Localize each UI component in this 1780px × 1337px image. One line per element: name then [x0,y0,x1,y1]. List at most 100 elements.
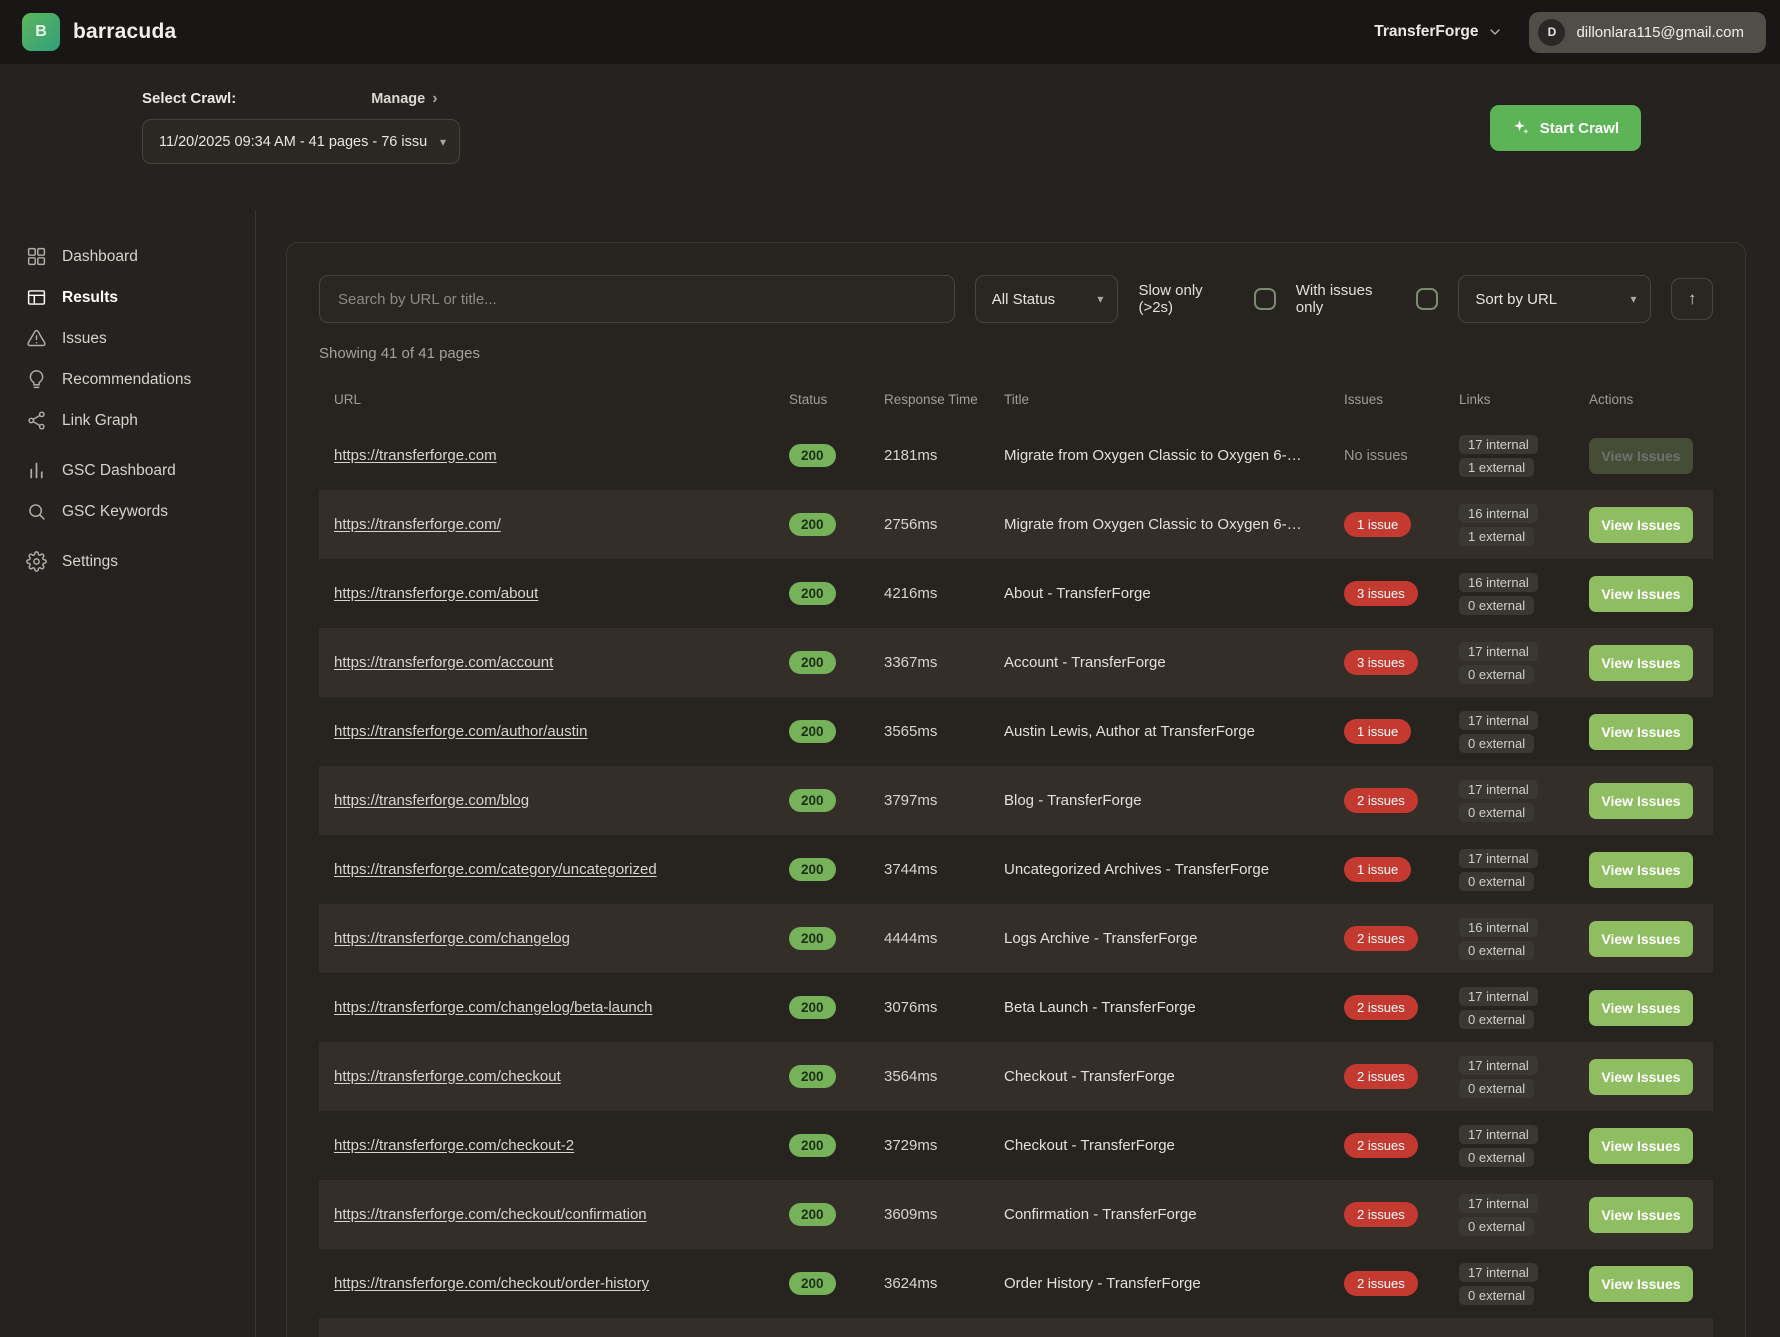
page-url-link[interactable]: https://transferforge.com/category/uncat… [334,861,657,878]
results-summary: Showing 41 of 41 pages [319,345,1713,362]
sidebar-item-recommendations[interactable]: Recommendations [0,359,255,400]
sidebar-item-link-graph[interactable]: Link Graph [0,400,255,441]
search-input[interactable] [319,275,955,323]
page-url-link[interactable]: https://transferforge.com/account [334,654,553,671]
view-issues-button[interactable]: View Issues [1589,990,1693,1026]
issues-cell: 2 issues [1329,788,1444,813]
internal-links-tag: 17 internal [1459,1056,1538,1075]
column-header-response-time: Response Time [869,392,989,407]
with-issues-label: With issues only [1296,282,1403,316]
view-issues-button[interactable]: View Issues [1589,438,1693,474]
view-issues-button[interactable]: View Issues [1589,1059,1693,1095]
internal-links-tag: 17 internal [1459,987,1538,1006]
column-header-issues: Issues [1329,392,1444,407]
response-time: 2756ms [869,516,989,533]
status-badge: 200 [789,1203,836,1226]
table-row: https://transferforge.com/blog 200 3797m… [319,766,1713,835]
page-title: Blog - TransferForge [989,792,1329,809]
view-issues-button[interactable]: View Issues [1589,645,1693,681]
page-url-link[interactable]: https://transferforge.com/checkout [334,1068,561,1085]
manage-crawls-link[interactable]: Manage › [371,91,437,107]
view-issues-button[interactable]: View Issues [1589,1266,1693,1302]
external-links-tag: 0 external [1459,1010,1534,1029]
page-url-link[interactable]: https://transferforge.com/checkout/order… [334,1275,649,1292]
layout: Dashboard Results Issues Recommendations… [0,210,1780,1337]
actions-cell: View Issues [1574,990,1713,1026]
page-url-link[interactable]: https://transferforge.com/author/austin [334,723,587,740]
external-links-tag: 1 external [1459,458,1534,477]
external-links-tag: 0 external [1459,1148,1534,1167]
slow-only-checkbox[interactable] [1254,288,1276,310]
view-issues-button[interactable]: View Issues [1589,852,1693,888]
sidebar-item-gsc-dashboard[interactable]: GSC Dashboard [0,450,255,491]
page-url-link[interactable]: https://transferforge.com/checkout/confi… [334,1206,647,1223]
response-time: 3744ms [869,861,989,878]
internal-links-tag: 17 internal [1459,642,1538,661]
page-url-link[interactable]: https://transferforge.com/checkout-2 [334,1137,574,1154]
user-menu[interactable]: D dillonlara115@gmail.com [1529,12,1766,53]
status-cell: 200 [774,996,869,1019]
page-url-link[interactable]: https://transferforge.com/blog [334,792,529,809]
sort-select[interactable]: Sort by URL ▾ [1458,275,1651,323]
url-cell: https://transferforge.com [319,447,774,465]
crawl-select[interactable]: 11/20/2025 09:34 AM - 41 pages - 76 issu… [142,119,460,164]
issues-cell: 2 issues [1329,1271,1444,1296]
status-cell: 200 [774,513,869,536]
grid-icon [26,246,47,267]
sidebar-item-gsc-keywords[interactable]: GSC Keywords [0,491,255,532]
status-cell: 200 [774,720,869,743]
status-filter-select[interactable]: All Status ▾ [975,275,1119,323]
start-crawl-button[interactable]: Start Crawl [1490,105,1641,151]
sidebar-item-results[interactable]: Results [0,277,255,318]
table-row: https://transferforge.com/account 200 33… [319,628,1713,697]
project-switcher[interactable]: TransferForge [1374,23,1503,41]
external-links-tag: 0 external [1459,1079,1534,1098]
view-issues-button[interactable]: View Issues [1589,783,1693,819]
external-links-tag: 0 external [1459,1217,1534,1236]
sidebar-item-label: Recommendations [62,371,191,389]
actions-cell: View Issues [1574,921,1713,957]
view-issues-button[interactable]: View Issues [1589,576,1693,612]
sidebar-item-issues[interactable]: Issues [0,318,255,359]
bar-chart-icon [26,460,47,481]
status-badge: 200 [789,720,836,743]
page-url-link[interactable]: https://transferforge.com/about [334,585,538,602]
page-title: About - TransferForge [989,585,1329,602]
external-links-tag: 0 external [1459,665,1534,684]
url-cell: https://transferforge.com/ [319,516,774,534]
view-issues-button[interactable]: View Issues [1589,507,1693,543]
view-issues-button[interactable]: View Issues [1589,1128,1693,1164]
with-issues-checkbox[interactable] [1416,288,1438,310]
gear-icon [26,551,47,572]
status-cell: 200 [774,1065,869,1088]
view-issues-button[interactable]: View Issues [1589,921,1693,957]
response-time: 3367ms [869,654,989,671]
issues-badge: 2 issues [1344,1202,1418,1227]
internal-links-tag: 17 internal [1459,435,1538,454]
status-badge: 200 [789,996,836,1019]
internal-links-tag: 17 internal [1459,711,1538,730]
actions-cell: View Issues [1574,783,1713,819]
actions-cell: View Issues [1574,438,1713,474]
issues-cell: 3 issues [1329,650,1444,675]
links-cell: 16 internal 0 external [1444,918,1574,960]
caret-down-icon: ▾ [440,135,446,149]
issues-badge: 1 issue [1344,512,1411,537]
view-issues-button[interactable]: View Issues [1589,714,1693,750]
sidebar-item-dashboard[interactable]: Dashboard [0,236,255,277]
links-cell: 17 internal 0 external [1444,780,1574,822]
internal-links-tag: 16 internal [1459,918,1538,937]
page-url-link[interactable]: https://transferforge.com/changelog [334,930,570,947]
table-row: https://transferforge.com 200 2181ms Mig… [319,421,1713,490]
sidebar-item-settings[interactable]: Settings [0,541,255,582]
page-url-link[interactable]: https://transferforge.com/changelog/beta… [334,999,653,1016]
view-issues-button[interactable]: View Issues [1589,1197,1693,1233]
page-url-link[interactable]: https://transferforge.com [334,447,497,464]
sort-direction-button[interactable]: ↑ [1671,278,1713,320]
external-links-tag: 1 external [1459,527,1534,546]
status-cell: 200 [774,1272,869,1295]
page-url-link[interactable]: https://transferforge.com/ [334,516,501,533]
issues-badge: 2 issues [1344,1271,1418,1296]
share-icon [26,410,47,431]
response-time: 3797ms [869,792,989,809]
